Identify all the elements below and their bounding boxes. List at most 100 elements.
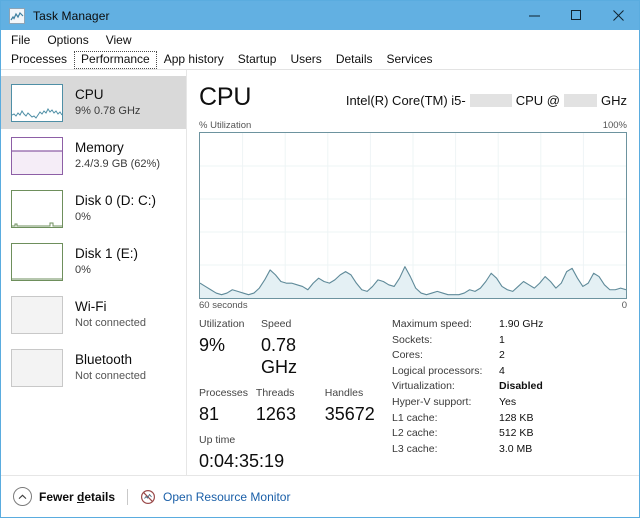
spec-hyperv-support-value: Yes	[499, 395, 517, 408]
maximize-button[interactable]	[555, 1, 597, 30]
cpu-spec-list: Maximum speed: 1.90 GHz Sockets: 1 Cores…	[392, 318, 627, 458]
sidebar-item-bluetooth[interactable]: Bluetooth Not connected	[1, 341, 186, 394]
sidebar-wifi-text: Wi-Fi Not connected	[75, 299, 146, 329]
spec-maximum-speed-key: Maximum speed:	[392, 318, 472, 330]
spec-l3-cache: L3 cache: 3.0 MB	[392, 443, 627, 459]
memory-thumbnail-graph	[11, 136, 63, 175]
sidebar-item-cpu[interactable]: CPU 9% 0.78 GHz	[1, 76, 186, 129]
stat-speed-value: 0.78 GHz	[261, 335, 297, 377]
sidebar-disk1-subtitle: 0%	[75, 263, 91, 276]
spec-maximum-speed-value: 1.90 GHz	[499, 318, 544, 330]
status-divider	[127, 488, 129, 505]
tab-processes[interactable]: Processes	[4, 51, 74, 69]
graph-time-left: 60 seconds	[199, 300, 248, 311]
graph-y-max: 100%	[602, 120, 627, 131]
spec-logical-processors-key: Logical processors:	[392, 364, 483, 377]
stats-row-secondary: Processes 81 Threads 1263 Handles 35672	[199, 387, 389, 425]
chevron-up-icon	[13, 487, 32, 506]
sidebar-memory-subtitle: 2.4/3.9 GB (62%)	[75, 157, 160, 170]
stat-utilization-label: Utilization	[199, 318, 245, 330]
spec-l2-cache-key: L2 cache:	[392, 427, 438, 440]
task-manager-icon	[9, 7, 25, 24]
sidebar-item-wifi[interactable]: Wi-Fi Not connected	[1, 288, 186, 341]
tab-users[interactable]: Users	[283, 51, 328, 69]
spec-hyperv-support-key: Hyper-V support:	[392, 395, 472, 408]
spec-l2-cache: L2 cache: 512 KB	[392, 427, 627, 443]
stat-uptime-label: Up time	[199, 434, 236, 446]
spec-l3-cache-key: L3 cache:	[392, 442, 438, 455]
sidebar-bluetooth-title: Bluetooth	[75, 352, 133, 368]
stats-spacer-2	[199, 425, 389, 434]
spec-virtualization-key: Virtualization:	[392, 380, 455, 393]
spec-logical-processors: Logical processors: 4	[392, 365, 627, 381]
task-manager-window: Task Manager File Options View Processes…	[0, 0, 640, 518]
spec-l1-cache-value: 128 KB	[499, 411, 534, 424]
sidebar-bluetooth-text: Bluetooth Not connected	[75, 352, 146, 382]
tab-startup[interactable]: Startup	[231, 51, 284, 69]
stat-uptime-value: 0:04:35:19	[199, 451, 285, 471]
cpu-model-middle: CPU @	[515, 93, 560, 108]
stat-uptime: Up time 0:04:35:19	[199, 434, 389, 472]
bluetooth-thumbnail-graph	[11, 348, 63, 387]
cpu-model-redaction-2	[564, 94, 597, 107]
sidebar-cpu-subtitle: 9% 0.78 GHz	[75, 104, 141, 117]
cpu-model-suffix: GHz	[601, 93, 627, 108]
sidebar-item-memory[interactable]: Memory 2.4/3.9 GB (62%)	[1, 129, 186, 182]
spec-logical-processors-value: 4	[499, 364, 505, 377]
stat-handles-label: Handles	[324, 387, 364, 399]
spec-cores-key: Cores:	[392, 349, 423, 362]
stat-threads-value: 1263	[255, 404, 296, 424]
content-area: CPU 9% 0.78 GHz Memory 2.4/3.9 GB (62%)	[1, 70, 639, 475]
fewer-details-post: etails	[84, 489, 116, 504]
tab-details[interactable]: Details	[329, 51, 380, 69]
tab-services[interactable]: Services	[380, 51, 440, 69]
menu-bar: File Options View	[1, 30, 639, 50]
stat-speed-label: Speed	[261, 318, 292, 330]
sidebar-wifi-title: Wi-Fi	[75, 299, 107, 315]
sidebar-cpu-text: CPU 9% 0.78 GHz	[75, 87, 140, 117]
spec-maximum-speed: Maximum speed: 1.90 GHz	[392, 318, 627, 334]
stat-handles: Handles 35672	[325, 387, 389, 425]
stats-spacer-1	[199, 378, 389, 387]
stat-processes: Processes 81	[199, 387, 256, 425]
window-title: Task Manager	[33, 8, 110, 23]
open-resource-monitor-link[interactable]: Open Resource Monitor	[140, 489, 290, 505]
minimize-button[interactable]	[513, 1, 555, 30]
spec-cores: Cores: 2	[392, 349, 627, 365]
spec-l2-cache-value: 512 KB	[499, 427, 534, 440]
stats-row-primary: Utilization 9% Speed 0.78 GHz	[199, 318, 389, 378]
menu-item-file[interactable]: File	[8, 32, 38, 48]
sidebar-disk0-subtitle: 0%	[75, 210, 91, 223]
disk0-thumbnail-graph	[11, 189, 63, 228]
fewer-details-button[interactable]: Fewer details	[13, 487, 115, 506]
spec-l1-cache: L1 cache: 128 KB	[392, 412, 627, 428]
window-controls	[513, 1, 639, 30]
stat-speed: Speed 0.78 GHz	[261, 318, 336, 378]
stat-handles-value: 35672	[324, 404, 375, 424]
cpu-statistics: Utilization 9% Speed 0.78 GHz Processes …	[199, 318, 627, 471]
menu-item-view[interactable]: View	[103, 32, 140, 48]
stat-processes-label: Processes	[199, 387, 249, 399]
spec-virtualization-value: Disabled	[499, 380, 543, 393]
close-button[interactable]	[597, 1, 639, 30]
spec-l3-cache-value: 3.0 MB	[499, 442, 533, 455]
tab-performance[interactable]: Performance	[74, 51, 157, 69]
cpu-detail-panel: CPU Intel(R) Core(TM) i5- CPU @ GHz % Ut…	[188, 70, 639, 475]
stat-utilization-value: 9%	[199, 335, 226, 355]
spec-l1-cache-key: L1 cache:	[392, 411, 438, 424]
cpu-header: CPU Intel(R) Core(TM) i5- CPU @ GHz	[199, 83, 627, 112]
cpu-model-prefix: Intel(R) Core(TM) i5-	[345, 93, 466, 108]
graph-time-labels: 60 seconds 0	[199, 300, 627, 311]
sidebar-item-disk1[interactable]: Disk 1 (E:) 0%	[1, 235, 186, 288]
fewer-details-pre: Fewer	[39, 489, 78, 504]
menu-item-options[interactable]: Options	[44, 32, 96, 48]
tab-app-history[interactable]: App history	[157, 51, 231, 69]
page-title: CPU	[199, 83, 252, 111]
stat-threads: Threads 1263	[256, 387, 325, 425]
sidebar-bluetooth-subtitle: Not connected	[75, 369, 146, 382]
spec-hyperv-support: Hyper-V support: Yes	[392, 396, 627, 412]
graph-y-label: % Utilization	[199, 120, 252, 131]
spec-cores-value: 2	[499, 349, 505, 362]
sidebar-item-disk0[interactable]: Disk 0 (D: C:) 0%	[1, 182, 186, 235]
disk1-thumbnail-graph	[11, 242, 63, 281]
